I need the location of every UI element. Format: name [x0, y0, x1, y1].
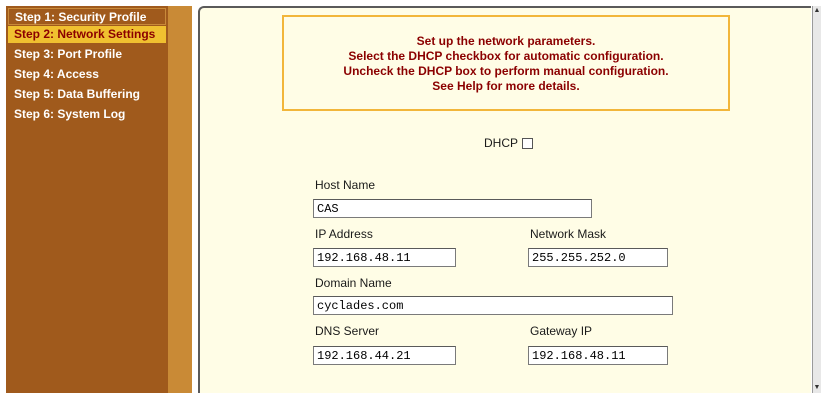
- sidebar-separator-bar: [168, 6, 192, 393]
- ip-address-input[interactable]: [313, 248, 456, 267]
- dns-server-input[interactable]: [313, 346, 456, 365]
- dhcp-label: DHCP: [484, 136, 519, 150]
- scroll-down-icon[interactable]: ▼: [813, 383, 821, 393]
- sidebar-item-access[interactable]: Step 4: Access: [8, 66, 166, 83]
- domain-name-label: Domain Name: [315, 276, 392, 290]
- sidebar-item-port-profile[interactable]: Step 3: Port Profile: [8, 46, 166, 63]
- sidebar-item-security-profile[interactable]: Step 1: Security Profile: [8, 8, 166, 25]
- scroll-up-icon[interactable]: ▲: [813, 6, 821, 16]
- gateway-ip-input[interactable]: [528, 346, 668, 365]
- sidebar-item-data-buffering[interactable]: Step 5: Data Buffering: [8, 86, 166, 103]
- network-mask-input[interactable]: [528, 248, 668, 267]
- network-mask-label: Network Mask: [530, 227, 607, 241]
- domain-name-input[interactable]: [313, 296, 673, 315]
- dhcp-checkbox[interactable]: [522, 138, 533, 149]
- instruction-line: Set up the network parameters.: [416, 34, 596, 48]
- gateway-ip-label: Gateway IP: [530, 324, 593, 338]
- instructions-box: Set up the network parameters. Select th…: [282, 15, 730, 111]
- sidebar-item-system-log[interactable]: Step 6: System Log: [8, 106, 166, 123]
- sidebar-item-network-settings[interactable]: Step 2: Network Settings: [8, 26, 166, 43]
- host-name-input[interactable]: [313, 199, 592, 218]
- instruction-line: Uncheck the DHCP box to perform manual c…: [343, 64, 669, 78]
- wizard-sidebar: Step 1: Security Profile Step 2: Network…: [6, 6, 168, 393]
- instruction-line: See Help for more details.: [432, 79, 580, 93]
- dns-server-label: DNS Server: [315, 324, 380, 338]
- vertical-scrollbar[interactable]: ▲ ▼: [812, 6, 821, 393]
- ip-address-label: IP Address: [315, 227, 373, 241]
- host-name-label: Host Name: [315, 178, 376, 192]
- instruction-line: Select the DHCP checkbox for automatic c…: [348, 49, 664, 63]
